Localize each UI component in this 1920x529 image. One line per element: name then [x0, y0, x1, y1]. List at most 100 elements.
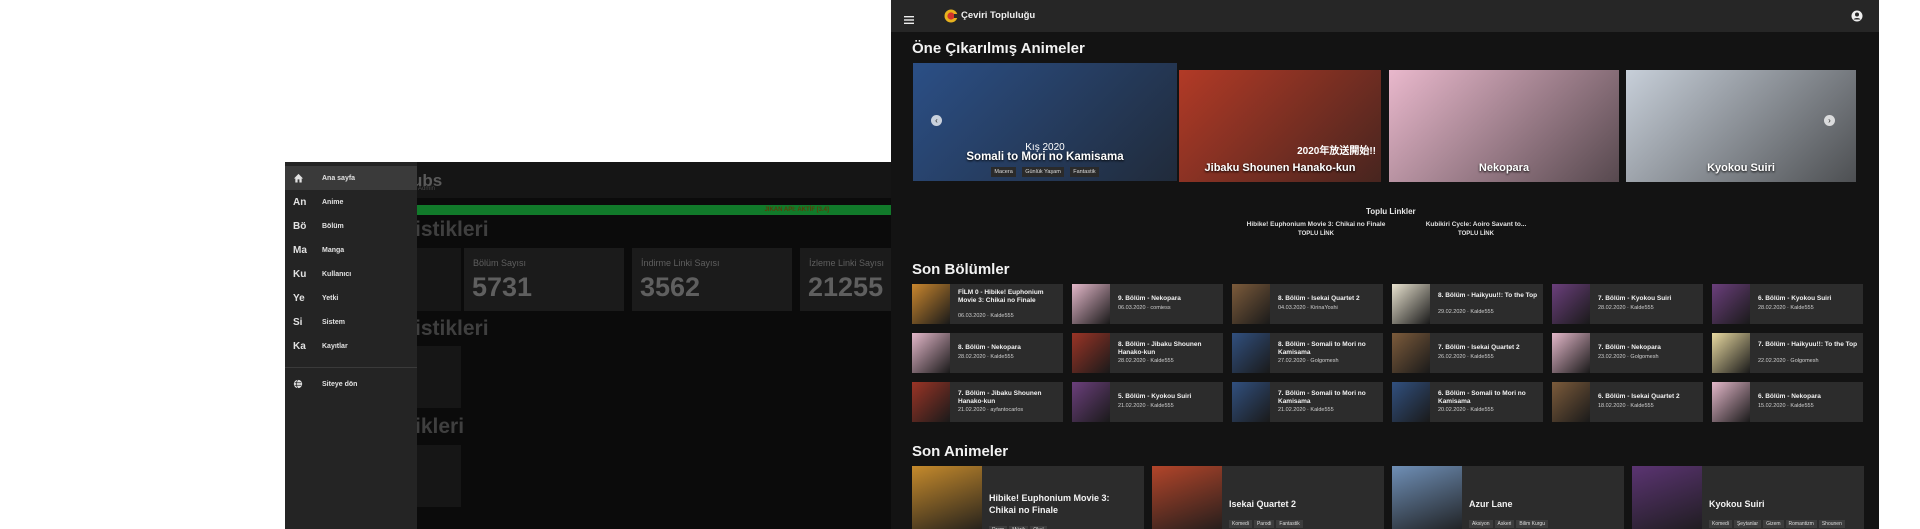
episode-title: 7. Bölüm - Nekopara — [1598, 344, 1661, 351]
episode-thumbnail — [1072, 382, 1110, 422]
toplu-link-sub: TOPLU LİNK — [1458, 231, 1494, 237]
episode-card[interactable]: FİLM 0 - Hibike! Euphonium Movie 3: Chik… — [912, 284, 1063, 324]
episode-card[interactable]: 7. Bölüm - Nekopara 23.02.2020 · Golgomes… — [1552, 333, 1703, 373]
sidebar-item-user[interactable]: Ku Kullanıcı — [285, 262, 417, 286]
toplu-link-item[interactable]: Hibike! Euphonium Movie 3: Chikai no Fin… — [1231, 221, 1401, 237]
stat-value: 21255 — [808, 272, 884, 302]
episode-meta: 15.02.2020 · Kalde555 — [1758, 403, 1814, 409]
sidebar-item-label: Sistem — [322, 318, 345, 326]
genre-tag[interactable]: Şeytanlar — [1733, 520, 1762, 528]
account-icon[interactable] — [1851, 9, 1863, 27]
sidebar-item-system[interactable]: Si Sistem — [285, 310, 417, 334]
sidebar-item-abbr: Ku — [293, 268, 307, 280]
slide-tag[interactable]: Günlük Yaşam — [1022, 167, 1064, 177]
hamburger-menu-icon[interactable] — [904, 11, 914, 29]
episode-meta: 21.02.2020 · ayfantocarlos — [958, 407, 1024, 413]
episode-thumbnail — [1072, 333, 1110, 373]
episode-card[interactable]: 8. Bölüm - Isekai Quartet 2 04.03.2020 · … — [1232, 284, 1383, 324]
sidebar-item-label: Manga — [322, 246, 345, 254]
episode-title: 7. Bölüm - Kyokou Suiri — [1598, 295, 1672, 302]
anime-card[interactable]: Azur Lane Aksiyon Askeri Bilim Kurgu — [1392, 466, 1624, 529]
genre-tag[interactable]: Shounen — [1818, 520, 1845, 528]
stat-value: 3562 — [640, 272, 701, 302]
genre-tag[interactable]: Fantastik — [1276, 520, 1303, 528]
stat-card-watch-links: İzleme Linki Sayısı 21255 — [800, 248, 891, 311]
episode-title: 7. Bölüm - Haikyuu!!: To the Top — [1758, 341, 1858, 348]
episode-card[interactable]: 6. Bölüm - Kyokou Suiri 28.02.2020 · Kald… — [1712, 284, 1863, 324]
sidebar-item-logs[interactable]: Ka Kayıtlar — [285, 334, 417, 358]
episode-card[interactable]: 8. Bölüm - Jibaku Shounen Hanako-kun 28.0… — [1072, 333, 1223, 373]
stat-card-partial — [415, 248, 461, 311]
home-icon — [285, 173, 322, 183]
episode-card[interactable]: 8. Bölüm - Somali to Mori no Kamisama 27.… — [1232, 333, 1383, 373]
slide-tag[interactable]: Macera — [991, 167, 1016, 177]
episode-thumbnail — [1232, 284, 1270, 324]
episode-thumbnail — [1552, 333, 1590, 373]
anime-card[interactable]: Hibike! Euphonium Movie 3: Chikai no Fin… — [912, 466, 1144, 529]
genre-list: Aksiyon Askeri Bilim Kurgu — [1469, 512, 1550, 529]
episode-meta: 04.03.2020 · KirinaYoshi — [1278, 305, 1338, 311]
sidebar-item-anime[interactable]: An Anime — [285, 190, 417, 214]
episode-title: 6. Bölüm - Somali to Mori no Kamisama — [1438, 390, 1526, 405]
genre-tag[interactable]: Bilim Kurgu — [1516, 520, 1548, 528]
toplu-link-item[interactable]: Kubikiri Cycle: Aoiro Savant to... TOPLU… — [1391, 221, 1561, 237]
carousel-next-button[interactable]: › — [1824, 115, 1835, 126]
sidebar-item-manga[interactable]: Ma Manga — [285, 238, 417, 262]
genre-tag[interactable]: Askeri — [1494, 520, 1515, 528]
site-logo-icon[interactable] — [944, 9, 961, 23]
anime-card[interactable]: Kyokou Suiri Komedi Şeytanlar Gizem Romantiz… — [1632, 466, 1864, 529]
top-app-bar: Çeviri Topluluğu — [891, 0, 1879, 32]
episode-thumbnail — [912, 382, 950, 422]
episodes-heading: Son Bölümler — [912, 261, 1010, 278]
episode-title: 7. Bölüm - Jibaku Shounen Hanako-kun — [958, 390, 1042, 405]
episode-card[interactable]: 8. Bölüm - Haikyuu!!: To the Top 29.02.20… — [1392, 284, 1543, 324]
genre-tag[interactable]: Komedi — [1229, 520, 1252, 528]
sidebar-item-abbr: Ye — [293, 292, 305, 304]
episode-card[interactable]: 8. Bölüm - Nekopara 28.02.2020 · Kalde555 — [912, 333, 1063, 373]
genre-tag[interactable]: Parodi — [1253, 520, 1275, 528]
episode-card[interactable]: 7. Bölüm - Isekai Quartet 2 26.02.2020 · … — [1392, 333, 1543, 373]
sidebar-item-back-to-site[interactable]: Siteye dön — [285, 372, 417, 396]
stat-label: Bölüm Sayısı — [473, 258, 527, 268]
genre-tag[interactable]: Komedi — [1709, 520, 1732, 528]
anime-title: Kyokou Suiri — [1709, 499, 1765, 509]
featured-slide[interactable]: 2020年放送開始!! Jibaku Shounen Hanako-kun — [1179, 70, 1381, 182]
episode-thumbnail — [1072, 284, 1110, 324]
episode-card[interactable]: 7. Bölüm - Kyokou Suiri 28.02.2020 · Kald… — [1552, 284, 1703, 324]
episode-card[interactable]: 7. Bölüm - Somali to Mori no Kamisama 21.… — [1232, 382, 1383, 422]
sidebar-item-abbr: Bö — [293, 220, 307, 232]
featured-slide[interactable]: Nekopara — [1389, 70, 1619, 182]
episode-meta: 06.03.2020 · comiess — [1118, 305, 1171, 311]
episode-card[interactable]: 6. Bölüm - Somali to Mori no Kamisama 20.… — [1392, 382, 1543, 422]
genre-tag[interactable]: Gizem — [1763, 520, 1784, 528]
anime-thumbnail — [1152, 466, 1222, 529]
sidebar-item-home[interactable]: Ana sayfa — [285, 166, 417, 190]
carousel-prev-button[interactable]: ‹ — [931, 115, 942, 126]
episode-thumbnail — [1712, 333, 1750, 373]
slide-art-text: 2020年放送開始!! — [1297, 146, 1376, 157]
toplu-link-sub: TOPLU LİNK — [1298, 231, 1334, 237]
genre-tag[interactable]: Romantizm — [1785, 520, 1817, 528]
episode-thumbnail — [912, 333, 950, 373]
stats-section-title: istikleri — [415, 317, 489, 340]
episode-card[interactable]: 5. Bölüm - Kyokou Suiri 21.02.2020 · Kald… — [1072, 382, 1223, 422]
anime-title: Azur Lane — [1469, 499, 1513, 509]
episode-card[interactable]: 7. Bölüm - Haikyuu!!: To the Top 22.02.20… — [1712, 333, 1863, 373]
episode-thumbnail — [1232, 333, 1270, 373]
episode-card[interactable]: 7. Bölüm - Jibaku Shounen Hanako-kun 21.0… — [912, 382, 1063, 422]
episode-meta: 21.02.2020 · Kalde555 — [1278, 407, 1334, 413]
episode-card[interactable]: 6. Bölüm - Isekai Quartet 2 18.02.2020 · … — [1552, 382, 1703, 422]
featured-slide[interactable]: Kyokou Suiri — [1626, 70, 1856, 182]
sidebar-item-episode[interactable]: Bö Bölüm — [285, 214, 417, 238]
episode-title: 8. Bölüm - Nekopara — [958, 344, 1021, 351]
episode-card[interactable]: 6. Bölüm - Nekopara 15.02.2020 · Kalde555 — [1712, 382, 1863, 422]
episode-meta: 28.02.2020 · Kalde555 — [1118, 358, 1174, 364]
sidebar-item-permission[interactable]: Ye Yetki — [285, 286, 417, 310]
episode-card[interactable]: 9. Bölüm - Nekopara 06.03.2020 · comiess — [1072, 284, 1223, 324]
genre-tag[interactable]: Aksiyon — [1469, 520, 1493, 528]
featured-slide[interactable]: Kış 2020 Somali to Mori no Kamisama Mace… — [913, 63, 1177, 181]
slide-tag[interactable]: Fantastik — [1070, 167, 1099, 177]
anime-card[interactable]: Isekai Quartet 2 Komedi Parodi Fantastik — [1152, 466, 1384, 529]
episode-title: 7. Bölüm - Somali to Mori no Kamisama — [1278, 390, 1366, 405]
site-title[interactable]: Çeviri Topluluğu — [961, 10, 1035, 21]
